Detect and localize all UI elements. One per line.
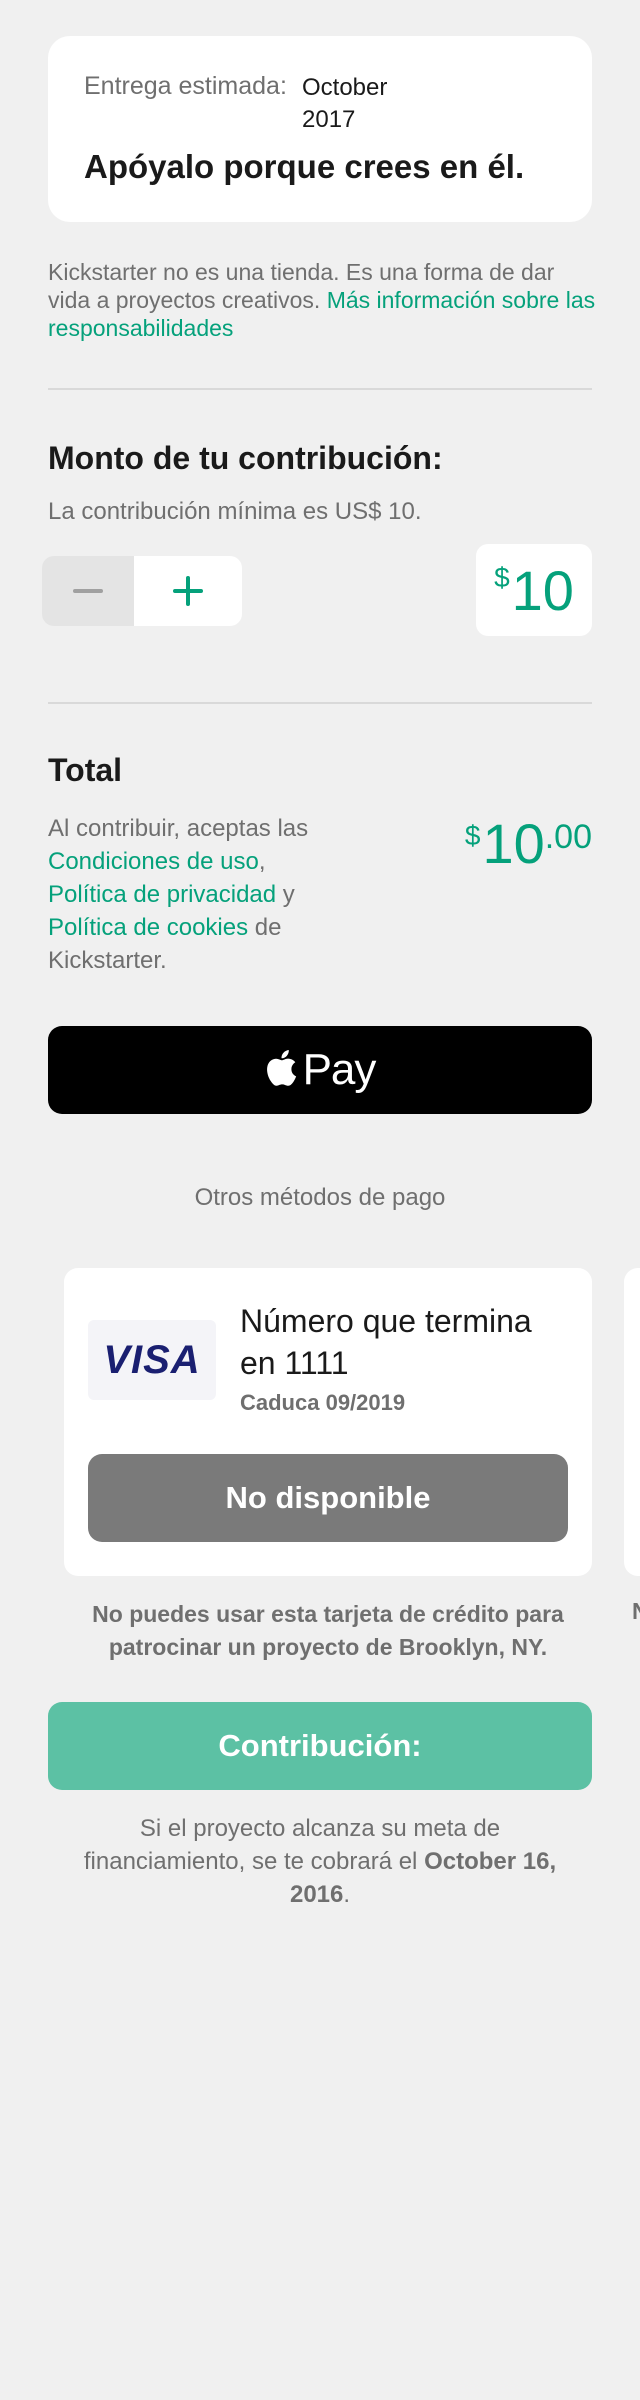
delivery-date: October 2017 <box>302 74 388 133</box>
other-payment-methods-label: Otros métodos de pago <box>194 1184 446 1211</box>
divider <box>48 388 592 390</box>
total-title: Total <box>48 752 123 788</box>
card-warning: No puedes usar esta tarjeta de crédito p… <box>92 1601 564 1660</box>
total-currency-symbol: $ <box>464 820 481 851</box>
unavailable-button[interactable]: No disponible <box>88 1454 568 1542</box>
next-payment-card[interactable] <box>624 1268 640 1576</box>
card-expiry: Caduca 09/2019 <box>240 1390 406 1415</box>
amount-input[interactable]: $ 10 <box>476 544 592 636</box>
amount-stepper <box>42 556 242 626</box>
privacy-policy-link[interactable]: Política de privacidad <box>48 881 276 908</box>
terms-of-use-link[interactable]: Condiciones de uso <box>48 848 259 875</box>
divider <box>48 702 592 704</box>
currency-symbol: $ <box>494 562 510 593</box>
cookie-policy-link[interactable]: Política de cookies <box>48 914 248 941</box>
payment-card[interactable]: VISA Número que termina en 1111 Caduca 0… <box>64 1268 592 1576</box>
charge-note: Si el proyecto alcanza su meta de financ… <box>64 1812 576 1911</box>
pledge-amount-title: Monto de tu contribución: <box>48 440 443 476</box>
minimum-pledge-text: La contribución mínima es US$ 10. <box>48 498 422 525</box>
plus-icon <box>173 576 203 606</box>
apple-icon <box>266 1050 296 1086</box>
delivery-tagline: Apóyalo porque crees en él. <box>84 148 525 185</box>
increment-button[interactable] <box>134 556 242 626</box>
apple-pay-label: Pay <box>302 1045 377 1094</box>
delivery-label: Entrega estimada: <box>84 72 287 100</box>
pledge-button[interactable]: Contribución: <box>48 1702 592 1790</box>
visa-logo: VISA <box>88 1320 216 1400</box>
terms-and: y <box>276 881 295 908</box>
charge-note-suffix: . <box>343 1881 351 1908</box>
apple-pay-button[interactable]: Pay <box>48 1026 592 1114</box>
terms-comma: , <box>258 848 266 875</box>
disclaimer: Kickstarter no es una tienda. Es una for… <box>48 258 598 342</box>
total-terms: Al contribuir, aceptas las Condiciones d… <box>48 812 348 977</box>
minus-icon <box>73 589 103 593</box>
decrement-button[interactable] <box>42 556 134 626</box>
amount-value: 10 <box>511 558 574 622</box>
total-amount-value: 10 <box>482 812 545 875</box>
delivery-card: Entrega estimada: October 2017 Apóyalo p… <box>48 36 592 222</box>
next-card-warning: N <box>632 1598 640 1625</box>
card-number: Número que termina en 1111 <box>240 1303 532 1381</box>
total-amount: $ 10 .00 <box>465 814 592 874</box>
terms-prefix: Al contribuir, aceptas las <box>48 815 309 842</box>
total-amount-cents: .00 <box>544 818 592 856</box>
